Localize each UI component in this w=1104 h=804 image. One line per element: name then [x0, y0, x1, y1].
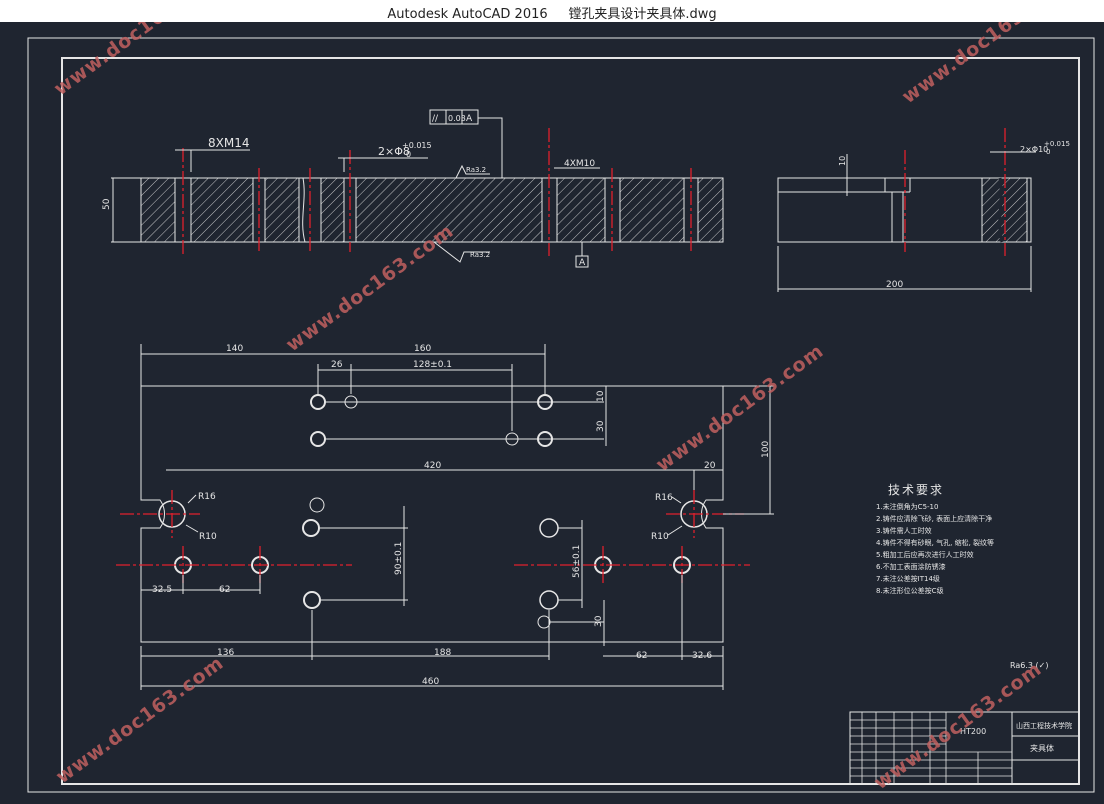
roughness-top: Ra3.2: [466, 166, 486, 174]
dim-20: 20: [704, 461, 716, 471]
dim-128: 128±0.1: [413, 360, 452, 370]
app-name: Autodesk AutoCAD 2016: [387, 7, 548, 22]
dim-140: 140: [226, 344, 243, 354]
radius-r10-right: R10: [651, 532, 669, 542]
dim-10: 10: [596, 390, 606, 402]
tech-item-1: 1.未注倒角为C5-10: [876, 502, 938, 511]
title-bar: Autodesk AutoCAD 2016 镗孔夹具设计夹具体.dwg: [0, 0, 1104, 22]
tech-item-3: 3.铸件需人工时效: [876, 526, 932, 535]
dim-26: 26: [331, 360, 343, 370]
dim-30b: 30: [594, 615, 604, 627]
dim-30a: 30: [596, 420, 606, 432]
drawing-canvas[interactable]: 8XM14 2×Φ8 +0.015 0 Ra3.2 Ra3.2 4XM10 50…: [0, 0, 1104, 800]
dim-32-6: 32.6: [692, 651, 712, 661]
dim-188: 188: [434, 648, 451, 658]
tech-item-5: 5.粗加工后应再次进行人工时效: [876, 550, 974, 559]
dim-460: 460: [422, 677, 439, 687]
side-tol-upper: +0.015: [1044, 140, 1070, 148]
dim-90: 90±0.1: [394, 542, 404, 575]
gdt-symbol: //: [432, 114, 439, 124]
dim-62b: 62: [636, 651, 647, 661]
tech-item-8: 8.未注形位公差按C级: [876, 586, 944, 595]
side-view: [777, 128, 1036, 292]
gdt-value: 0.03: [448, 114, 466, 123]
datum-label: A: [579, 258, 586, 268]
front-height-dim: 50: [102, 198, 112, 210]
side-width-dim: 200: [886, 280, 903, 290]
dim-62a: 62: [219, 585, 230, 595]
dim-160: 160: [414, 344, 431, 354]
title-school: 山西工程技术学院: [1016, 721, 1072, 730]
file-name: 镗孔夹具设计夹具体.dwg: [568, 7, 717, 22]
window-title: Autodesk AutoCAD 2016 镗孔夹具设计夹具体.dwg: [0, 3, 1104, 22]
callout-m10: 4XM10: [564, 159, 595, 169]
radius-r16-left: R16: [198, 492, 216, 502]
callout-threads: 8XM14: [208, 136, 249, 150]
radius-r16-right: R16: [655, 493, 673, 503]
dim-56: 56±0.1: [572, 545, 582, 578]
dim-136: 136: [217, 648, 234, 658]
watermark: www.doc163.com: [898, 22, 1074, 108]
side-tol-lower: 0: [1046, 148, 1050, 156]
watermark: www.doc163.com: [652, 340, 828, 476]
side-dim-10: 10: [838, 156, 847, 166]
plan-view: [116, 344, 774, 690]
tol-upper-front: +0.015: [402, 141, 432, 150]
tech-item-2: 2.铸件应清除飞砂, 表面上应清除干净: [876, 514, 992, 523]
tech-title: 技术要求: [888, 483, 944, 497]
gdt-datum: A: [466, 114, 473, 124]
dim-32-5: 32.5: [152, 585, 172, 595]
watermark: www.doc163.com: [52, 652, 228, 788]
tol-lower-front: 0: [406, 150, 411, 159]
tech-item-7: 7.未注公差按IT14级: [876, 574, 940, 583]
roughness-bottom: Ra3.2: [470, 251, 490, 259]
dim-100: 100: [761, 441, 771, 458]
watermark-layer: www.doc163.com www.doc163.com www.doc163…: [50, 0, 1074, 794]
watermark: www.doc163.com: [50, 22, 226, 100]
tech-item-4: 4.铸件不得有砂眼, 气孔, 缩松, 裂纹等: [876, 538, 994, 547]
dim-420: 420: [424, 461, 441, 471]
radius-r10-left: R10: [199, 532, 217, 542]
tech-item-6: 6.不加工表面涂防锈漆: [876, 562, 946, 571]
title-part-name: 夹具体: [1030, 743, 1054, 753]
